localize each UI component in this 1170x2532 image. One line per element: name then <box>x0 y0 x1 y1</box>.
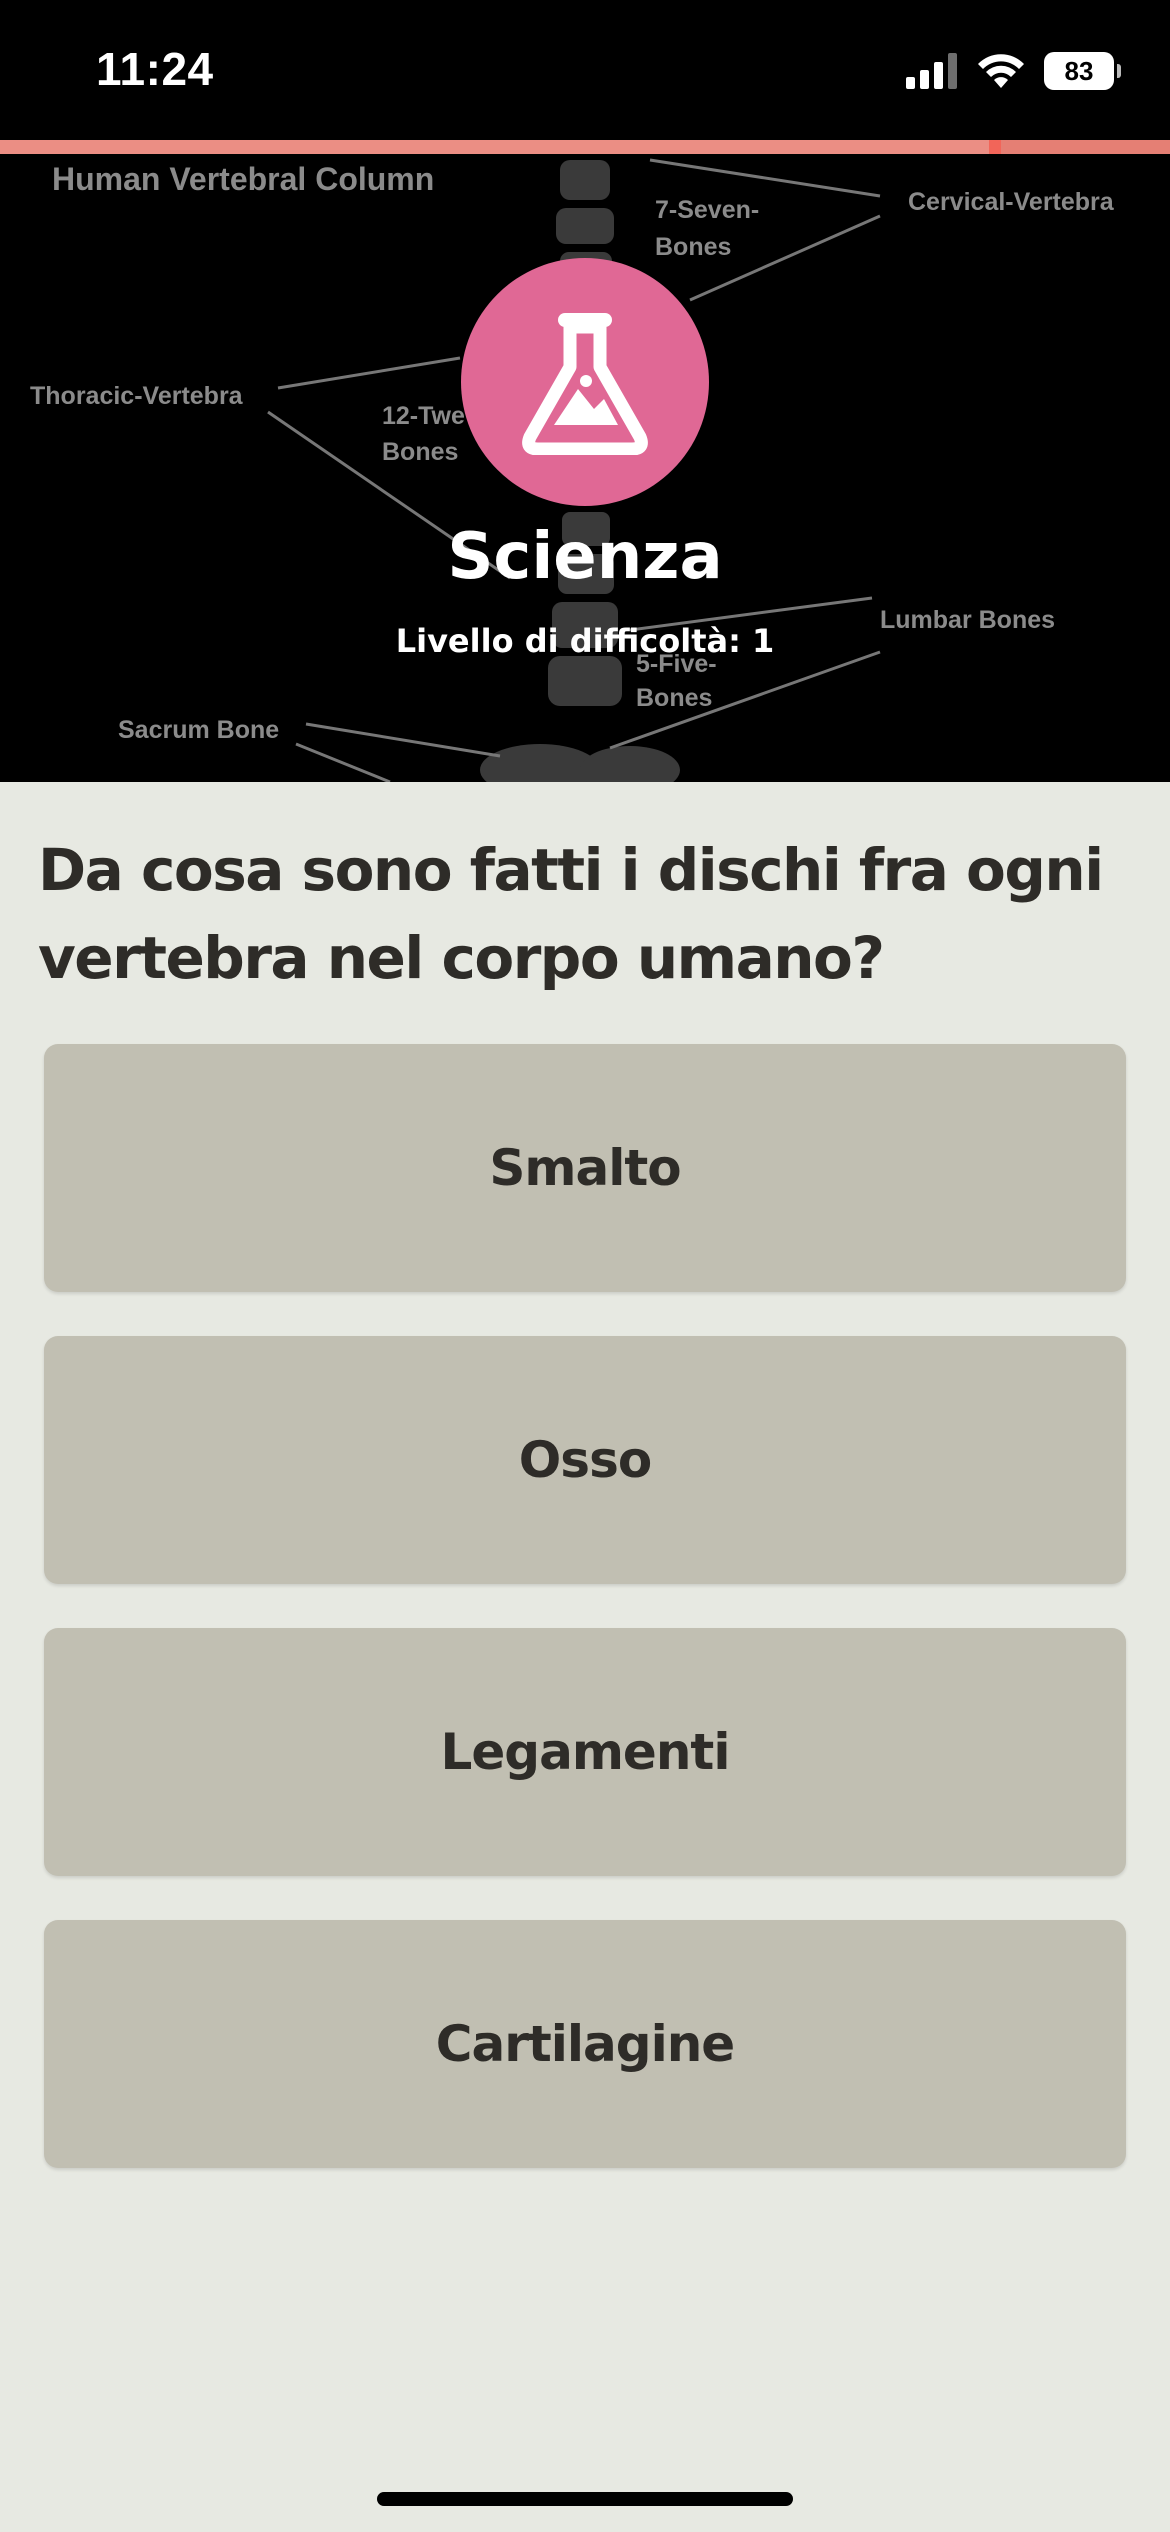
image-label: Human Vertebral Column <box>52 161 434 197</box>
question-text: Da cosa sono fatti i dischi fra ogni ver… <box>38 836 1104 992</box>
status-bar: 11:24 83 <box>0 0 1170 140</box>
category-banner: Human Vertebral Column Cervical-Vertebra… <box>0 140 1170 782</box>
image-label: Thoracic-Vertebra <box>30 382 244 410</box>
answer-button[interactable]: Smalto <box>44 1044 1126 1292</box>
status-icons: 83 <box>906 52 1121 90</box>
battery-indicator: 83 <box>1044 52 1121 90</box>
quiz-progress-bar <box>0 140 1170 154</box>
category-title: Scienza <box>447 520 723 594</box>
image-label: Bones <box>655 233 731 261</box>
answer-button[interactable]: Cartilagine <box>44 1920 1126 2168</box>
quiz-progress-marker <box>988 140 1001 154</box>
image-label: Sacrum Bone <box>118 716 279 744</box>
quiz-progress-fill <box>0 140 995 154</box>
image-label: Cervical-Vertebra <box>908 188 1115 216</box>
answer-button[interactable]: Legamenti <box>44 1628 1126 1876</box>
image-label: 12-Twe <box>382 402 465 430</box>
answer-list: Smalto Osso Legamenti Cartilagine <box>44 1044 1126 2212</box>
image-label: Bones <box>636 684 712 712</box>
difficulty-level: Livello di difficoltà: 1 <box>395 622 775 660</box>
category-badge <box>461 258 709 506</box>
image-label: 7-Seven- <box>655 196 759 224</box>
answer-button[interactable]: Osso <box>44 1336 1126 1584</box>
home-indicator[interactable] <box>377 2492 793 2506</box>
image-label: Bones <box>382 438 458 466</box>
cellular-signal-icon <box>906 53 957 89</box>
status-time: 11:24 <box>96 43 214 95</box>
wifi-icon <box>978 54 1024 88</box>
flask-icon <box>522 313 648 455</box>
